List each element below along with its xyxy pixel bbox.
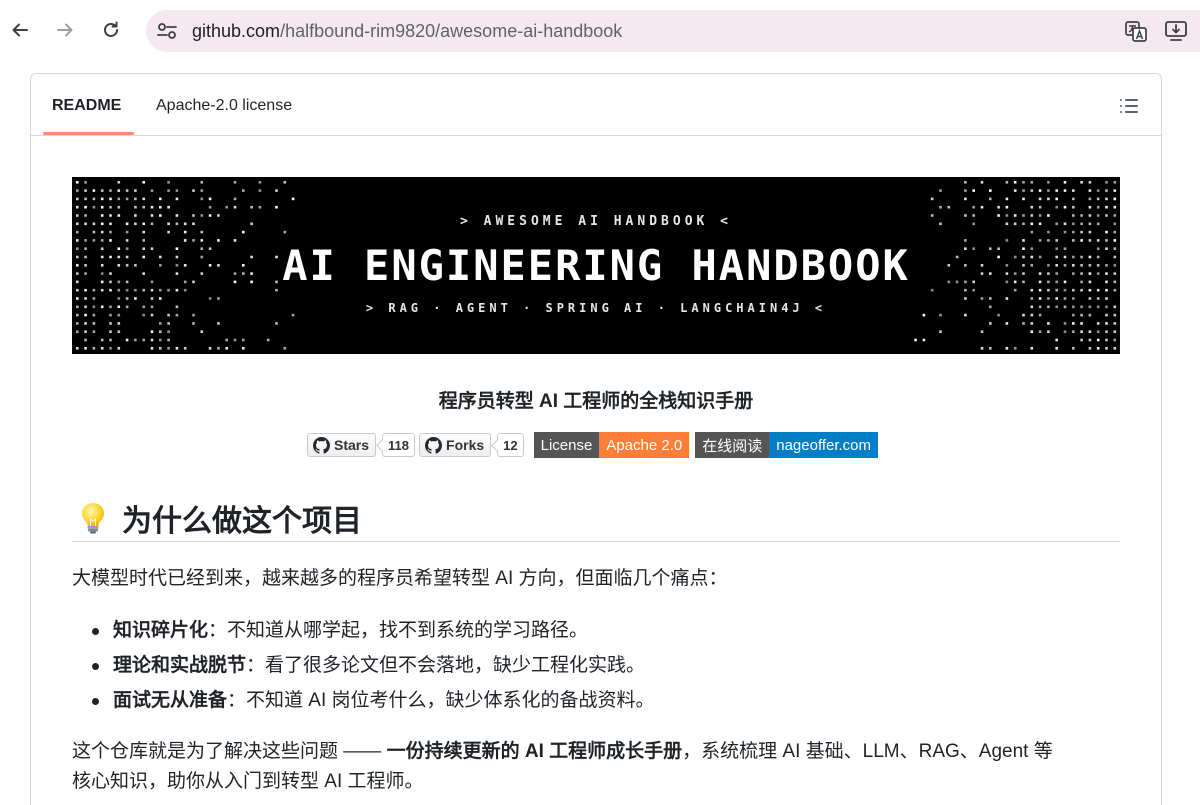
closing-post: ，系统梳理 AI 基础、LLM、RAG、Agent 等 [682, 741, 1053, 762]
forward-icon [57, 23, 73, 37]
heading-divider [72, 541, 1120, 542]
section-title: 为什么做这个项目 [122, 505, 362, 538]
url-path: /halfbound-rim9820/awesome-ai-handbook [280, 21, 623, 41]
back-button[interactable] [2, 12, 38, 48]
stars-count: 118 [382, 433, 416, 457]
project-subtitle: 程序员转型 AI 工程师的全栈知识手册 [438, 391, 754, 412]
closing-paragraph: 这个仓库就是为了解决这些问题 —— 一份持续更新的 AI 工程师成长手册，系统梳… [72, 737, 1053, 767]
banner-top-line: > AWESOME AI HANDBOOK < [459, 214, 732, 229]
section-heading: 为什么做这个项目 [78, 496, 362, 540]
list-item: 面试无从准备：不知道 AI 岗位考什么，缺少体系化的备战资料。 [92, 687, 655, 722]
tab-readme[interactable]: README [52, 96, 121, 116]
closing-bold: 一份持续更新的 AI 工程师成长手册 [386, 741, 683, 762]
read-online-value: nageoffer.com [769, 432, 879, 458]
badge-row: Stars 118 Forks 12 License Apache 2.0 在线… [307, 432, 879, 458]
closing-paragraph-line2: 核心知识，助你从入门到转型 AI 工程师。 [72, 771, 424, 792]
pain-points-list: 知识碎片化：不知道从哪学起，找不到系统的学习路径。 理论和实战脱节：看了很多论文… [92, 617, 655, 722]
list-item-bold: 知识碎片化 [113, 620, 209, 641]
closing-pre: 这个仓库就是为了解决这些问题 —— [72, 741, 387, 762]
forks-count: 12 [497, 433, 524, 457]
license-badge-value: Apache 2.0 [599, 432, 690, 458]
url-host: github.com [192, 21, 281, 41]
banner-title: AI ENGINEERING HANDBOOK [282, 241, 910, 290]
light-bulb-icon [82, 503, 104, 534]
handbook-banner: > AWESOME AI HANDBOOK < AI ENGINEERING H… [72, 177, 1120, 354]
reload-icon [104, 21, 118, 37]
forks-badge[interactable]: Forks 12 [419, 433, 524, 457]
tab-license[interactable]: Apache-2.0 license [156, 96, 292, 116]
list-item-text: ：看了很多论文但不会落地，缺少工程化实践。 [246, 655, 646, 676]
banner-bottom-line: > RAG · AGENT · SPRING AI · LANGCHAIN4J … [365, 301, 827, 315]
intro-paragraph: 大模型时代已经到来，越来越多的程序员希望转型 AI 方向，但面临几个痛点： [72, 568, 728, 589]
list-item: 理论和实战脱节：看了很多论文但不会落地，缺少工程化实践。 [92, 652, 655, 687]
site-settings-icon[interactable] [156, 21, 178, 41]
list-item: 知识碎片化：不知道从哪学起，找不到系统的学习路径。 [92, 617, 655, 652]
license-badge[interactable]: License Apache 2.0 [533, 432, 690, 458]
address-bar[interactable]: github.com/halfbound-rim9820/awesome-ai-… [146, 10, 1200, 52]
readme-tab-bar: README Apache-2.0 license [31, 74, 1161, 136]
outline-list-icon[interactable] [1117, 94, 1141, 118]
github-icon [313, 436, 330, 454]
list-item-text: ：不知道 AI 岗位考什么，缺少体系化的备战资料。 [227, 690, 655, 711]
install-app-icon[interactable] [1164, 19, 1188, 43]
tab-readme-underline [43, 132, 134, 135]
browser-toolbar: github.com/halfbound-rim9820/awesome-ai-… [0, 0, 1200, 60]
reload-button[interactable] [93, 12, 129, 48]
license-badge-label: License [533, 432, 600, 458]
read-online-badge[interactable]: 在线阅读 nageoffer.com [695, 432, 879, 458]
forks-badge-label: Forks [419, 433, 492, 457]
list-item-text: ：不知道从哪学起，找不到系统的学习路径。 [208, 620, 589, 641]
list-item-bold: 面试无从准备 [113, 690, 228, 711]
url-text[interactable]: github.com/halfbound-rim9820/awesome-ai-… [192, 20, 622, 42]
list-item-bold: 理论和实战脱节 [113, 655, 247, 676]
github-icon [425, 436, 443, 454]
translate-icon[interactable] [1124, 19, 1148, 43]
stars-badge[interactable]: Stars 118 [307, 433, 416, 457]
back-icon [12, 23, 28, 37]
forks-text: Forks [446, 437, 485, 453]
forward-button[interactable] [47, 12, 83, 48]
stars-text: Stars [334, 437, 370, 453]
read-online-label: 在线阅读 [695, 432, 770, 458]
stars-badge-label: Stars [307, 433, 377, 457]
